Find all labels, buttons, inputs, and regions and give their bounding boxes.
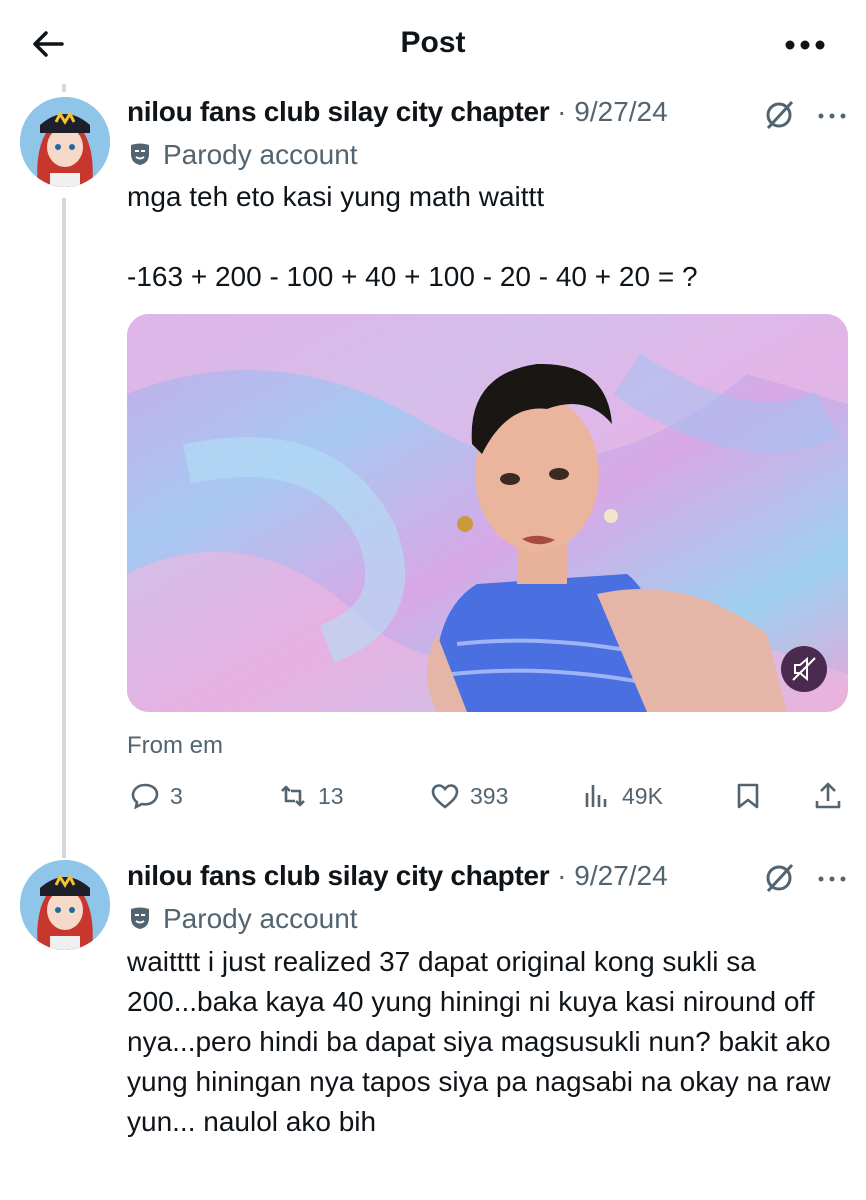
author-name[interactable]: nilou fans club silay city chapter <box>127 96 550 127</box>
grok-icon <box>766 100 794 130</box>
post-text: waitttt i just realized 37 dapat origina… <box>127 946 839 1137</box>
thread-line <box>62 84 66 92</box>
repost-button[interactable]: 13 <box>278 780 344 812</box>
like-button[interactable]: 393 <box>430 780 508 812</box>
separator: · <box>557 860 567 891</box>
separator: · <box>557 96 567 127</box>
reply-count: 3 <box>170 782 183 809</box>
repost-count: 13 <box>318 782 344 809</box>
post-author-row: nilou fans club silay city chapter · 9/2… <box>127 96 668 128</box>
avatar-image <box>20 97 110 187</box>
media-caption[interactable]: From em <box>127 732 223 760</box>
repost-icon <box>281 785 305 807</box>
reply-icon <box>131 783 159 810</box>
views-icon <box>585 785 607 807</box>
mute-icon <box>792 656 816 682</box>
avatar[interactable] <box>20 860 110 950</box>
share-icon <box>815 782 841 809</box>
grok-button[interactable] <box>762 861 796 895</box>
parody-mask-icon <box>131 907 149 929</box>
author-name[interactable]: nilou fans club silay city chapter <box>127 860 550 891</box>
more-icon <box>818 876 846 882</box>
post-video[interactable] <box>127 314 848 712</box>
views-count: 49K <box>622 782 663 809</box>
like-count: 393 <box>470 782 509 809</box>
thread-line <box>62 198 66 858</box>
avatar[interactable] <box>20 97 110 187</box>
parody-text: Parody account <box>163 903 358 934</box>
views-button[interactable]: 49K <box>582 780 663 812</box>
more-icon <box>818 113 846 119</box>
grok-button[interactable] <box>762 98 796 132</box>
grok-icon <box>766 863 794 893</box>
post-text: mga teh eto kasi yung math waittt -163 +… <box>127 181 698 292</box>
like-icon <box>431 784 459 809</box>
more-options-button[interactable] <box>780 30 830 60</box>
bookmark-button[interactable] <box>733 780 763 812</box>
reply-button[interactable]: 3 <box>130 780 183 812</box>
video-frame <box>127 314 848 712</box>
post-date[interactable]: 9/27/24 <box>574 96 667 127</box>
parody-text: Parody account <box>163 139 358 170</box>
post-more-button[interactable] <box>815 869 849 889</box>
bookmark-icon <box>737 783 759 809</box>
avatar-image <box>20 860 110 950</box>
mute-button[interactable] <box>781 646 827 692</box>
post-date[interactable]: 9/27/24 <box>574 860 667 891</box>
parody-mask-icon <box>131 143 149 165</box>
parody-label: Parody account <box>127 139 358 171</box>
post-author-row: nilou fans club silay city chapter · 9/2… <box>127 860 668 892</box>
more-icon <box>785 40 825 50</box>
post-more-button[interactable] <box>815 106 849 126</box>
parody-label: Parody account <box>127 903 358 935</box>
share-button[interactable] <box>813 780 843 812</box>
page-title: Post <box>400 26 466 59</box>
